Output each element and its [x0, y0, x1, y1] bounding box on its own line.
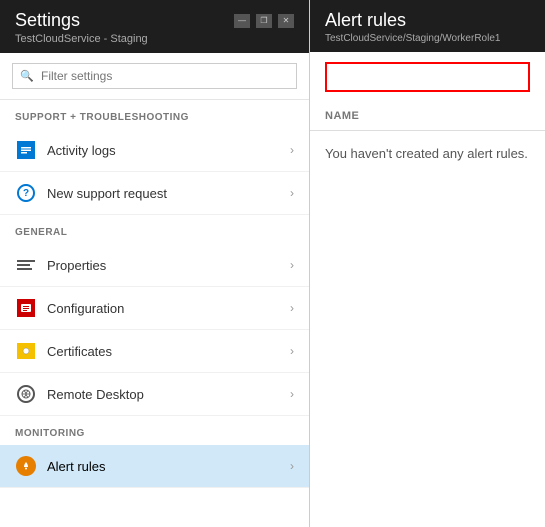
settings-content: SUPPORT + TROUBLESHOOTING Activity logs … — [0, 100, 309, 527]
alert-rules-icon — [15, 455, 37, 477]
support-request-icon: ? — [15, 182, 37, 204]
properties-chevron: › — [290, 258, 294, 272]
alert-rules-title: Alert rules — [325, 10, 406, 30]
remote-desktop-chevron: › — [290, 387, 294, 401]
add-alert-button[interactable]: + Add alert — [325, 62, 530, 92]
alert-rules-subtitle: TestCloudService/Staging/WorkerRole1 — [325, 33, 530, 44]
sidebar-item-new-support-request[interactable]: ? New support request › — [0, 172, 309, 215]
alert-rules-label: Alert rules — [47, 459, 290, 474]
certificates-icon — [15, 340, 37, 362]
activity-logs-icon — [15, 139, 37, 161]
settings-title: Settings — [15, 10, 80, 31]
support-request-label: New support request — [47, 186, 290, 201]
add-alert-label: Add alert — [351, 70, 403, 85]
properties-label: Properties — [47, 258, 290, 273]
configuration-icon — [15, 297, 37, 319]
search-input[interactable] — [12, 63, 297, 89]
alert-empty-message: You haven't created any alert rules. — [310, 131, 545, 176]
sidebar-item-remote-desktop[interactable]: Remote Desktop › — [0, 373, 309, 416]
support-request-chevron: › — [290, 186, 294, 200]
alert-rules-chevron: › — [290, 459, 294, 473]
sidebar-item-configuration[interactable]: Configuration › — [0, 287, 309, 330]
certificates-chevron: › — [290, 344, 294, 358]
restore-button[interactable]: ❐ — [256, 14, 272, 28]
certificates-label: Certificates — [47, 344, 290, 359]
close-button[interactable]: ✕ — [278, 14, 294, 28]
alert-name-column-header: NAME — [310, 102, 545, 131]
settings-panel: Settings — ❐ ✕ TestCloudService - Stagin… — [0, 0, 310, 527]
search-container: 🔍 — [0, 53, 309, 100]
section-support-header: SUPPORT + TROUBLESHOOTING — [0, 100, 309, 129]
search-icon: 🔍 — [20, 70, 34, 83]
sidebar-item-alert-rules[interactable]: Alert rules › — [0, 445, 309, 488]
window-controls: — ❐ ✕ — [234, 14, 294, 28]
minimize-button[interactable]: — — [234, 14, 250, 28]
settings-header: Settings — ❐ ✕ TestCloudService - Stagin… — [0, 0, 309, 53]
remote-desktop-icon — [15, 383, 37, 405]
settings-subtitle: TestCloudService - Staging — [15, 33, 294, 45]
sidebar-item-properties[interactable]: Properties › — [0, 244, 309, 287]
remote-desktop-label: Remote Desktop — [47, 387, 290, 402]
section-monitoring-header: MONITORING — [0, 416, 309, 445]
activity-logs-chevron: › — [290, 143, 294, 157]
sidebar-item-certificates[interactable]: Certificates › — [0, 330, 309, 373]
configuration-chevron: › — [290, 301, 294, 315]
alert-rules-header: Alert rules TestCloudService/Staging/Wor… — [310, 0, 545, 52]
sidebar-item-activity-logs[interactable]: Activity logs › — [0, 129, 309, 172]
alert-rules-panel: Alert rules TestCloudService/Staging/Wor… — [310, 0, 545, 527]
add-alert-plus-icon: + — [337, 68, 346, 86]
properties-icon — [15, 254, 37, 276]
activity-logs-label: Activity logs — [47, 143, 290, 158]
configuration-label: Configuration — [47, 301, 290, 316]
section-general-header: GENERAL — [0, 215, 309, 244]
